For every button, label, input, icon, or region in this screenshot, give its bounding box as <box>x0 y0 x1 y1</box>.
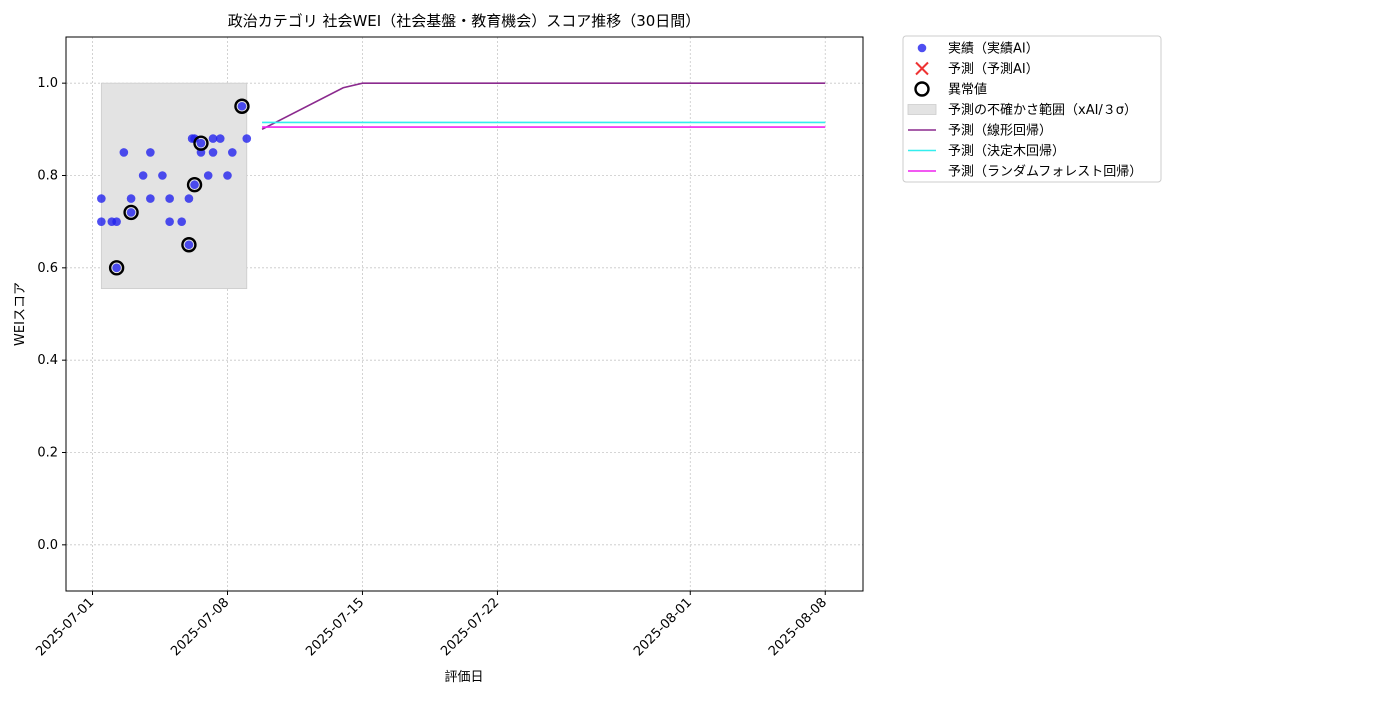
actual-point <box>126 208 136 217</box>
x-tick-label: 2025-07-08 <box>168 595 232 659</box>
prediction-lines <box>261 82 826 131</box>
actual-point <box>126 194 136 203</box>
legend-label: 予測の不確かさ範囲（xAI/３σ） <box>948 102 1137 118</box>
y-axis: 0.0 0.2 0.4 0.6 0.8 1.0 <box>37 76 66 553</box>
y-tick-label: 0.8 <box>37 169 58 184</box>
legend-label: 予測（予測AI） <box>948 62 1039 77</box>
x-tick-label: 2025-08-01 <box>631 595 695 659</box>
actual-point <box>184 194 194 203</box>
x-tick-label: 2025-08-08 <box>766 595 830 659</box>
actual-point <box>158 171 167 180</box>
x-tick-label: 2025-07-15 <box>303 595 367 659</box>
y-tick-label: 0.4 <box>37 353 58 368</box>
y-tick-label: 0.2 <box>37 446 58 461</box>
actual-point <box>97 194 106 203</box>
x-axis-label: 評価日 <box>444 670 483 685</box>
legend-key-band <box>907 104 937 115</box>
actual-point <box>146 148 155 157</box>
actual-point <box>112 263 121 273</box>
legend-label: 異常値 <box>948 82 987 98</box>
chart-title: 政治カテゴリ 社会WEI（社会基盤・教育機会）スコア推移（30日間） <box>228 12 701 30</box>
actual-point <box>215 134 225 143</box>
actual-point <box>203 171 213 180</box>
y-tick-label: 0.6 <box>37 261 58 276</box>
uncertainty-band-layer <box>100 82 248 290</box>
actual-point <box>190 180 199 190</box>
chart-svg: 政治カテゴリ 社会WEI（社会基盤・教育機会）スコア推移（30日間） 2025-… <box>13 12 1162 685</box>
actual-point <box>112 217 121 226</box>
y-tick-label: 0.0 <box>37 538 58 553</box>
actual-point <box>165 194 174 203</box>
legend-label: 実績（実績AI） <box>948 41 1039 57</box>
actual-point <box>119 148 129 157</box>
uncertainty-band <box>100 82 248 290</box>
chart-root: 政治カテゴリ 社会WEI（社会基盤・教育機会）スコア推移（30日間） 2025-… <box>0 0 1400 700</box>
legend-label: 予測（線形回帰） <box>948 123 1052 139</box>
actual-point <box>242 134 252 143</box>
actual-point <box>228 148 237 157</box>
actual-point <box>223 171 232 180</box>
legend-label: 予測（決定木回帰） <box>948 143 1065 159</box>
y-axis-label: WEIスコア <box>13 282 28 346</box>
y-tick-label: 1.0 <box>37 76 58 91</box>
legend: 実績（実績AI） 予測（予測AI） 異常値予測の不確かさ範囲（xAI/３σ） 予測（線… <box>902 35 1162 183</box>
actual-point <box>146 194 155 203</box>
legend-label: 予測（ランダムフォレスト回帰） <box>948 164 1142 180</box>
actual-point <box>138 171 148 180</box>
actual-point <box>97 217 106 226</box>
actual-point <box>196 138 206 148</box>
actual-point <box>184 240 194 250</box>
x-axis: 2025-07-01 2025-07-08 2025-07-15 2025-07-22… <box>33 591 830 659</box>
x-tick-label: 2025-07-22 <box>438 595 502 659</box>
x-tick-label: 2025-07-01 <box>33 595 97 659</box>
legend-key-scatter <box>917 43 927 53</box>
actual-point <box>165 217 174 226</box>
actual-point <box>208 148 218 157</box>
actual-point <box>177 217 186 226</box>
actual-point <box>237 101 247 111</box>
